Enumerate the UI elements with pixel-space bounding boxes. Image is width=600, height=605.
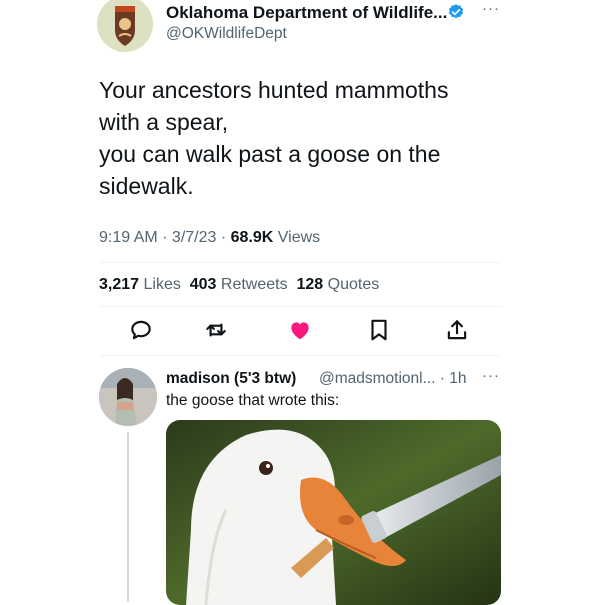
tweet-text-line: with a spear,	[99, 109, 229, 135]
likes-label: Likes	[143, 276, 181, 293]
comment-icon[interactable]	[128, 317, 154, 343]
divider	[99, 262, 501, 263]
heart-icon[interactable]	[287, 317, 313, 343]
views-label: Views	[277, 229, 321, 246]
views-count: 68.9K	[230, 229, 274, 246]
share-icon[interactable]	[444, 317, 470, 343]
divider	[99, 355, 501, 356]
retweets-count: 403	[189, 276, 217, 293]
handle[interactable]: @OKWildlifeDept	[166, 25, 287, 43]
tweet-text-line: Your ancestors hunted mammoths	[99, 77, 449, 103]
goose-with-knife-illustration	[166, 420, 501, 605]
reply-media-goose-image[interactable]	[166, 420, 501, 605]
tweet-stats: 3,217 Likes 403 Retweets 128 Quotes	[99, 276, 379, 294]
wildlife-badge-logo	[97, 0, 153, 52]
retweets-label: Retweets	[220, 276, 288, 293]
verified-badge-icon	[448, 4, 464, 19]
thread-line	[127, 432, 129, 602]
retweet-icon[interactable]	[203, 317, 229, 343]
likes-stat[interactable]: 3,217 Likes	[99, 276, 181, 293]
quotes-count: 128	[296, 276, 324, 293]
tweet-date[interactable]: 3/7/23	[172, 229, 216, 246]
divider	[99, 306, 501, 307]
retweets-stat[interactable]: 403 Retweets	[190, 276, 288, 293]
reply-handle-time[interactable]: @madsmotionl... · 1h	[319, 370, 467, 388]
reply-text: the goose that wrote this:	[166, 392, 340, 409]
tweet-text-line: you can walk past a goose on the	[99, 141, 441, 167]
likes-count: 3,217	[99, 276, 140, 293]
meta-separator: ·	[216, 229, 231, 246]
display-name[interactable]: Oklahoma Department of Wildlife...	[166, 3, 447, 23]
tweet-meta: 9:19 AM · 3/7/23 · 68.9K Views	[99, 229, 320, 247]
tweet-time[interactable]: 9:19 AM	[99, 229, 158, 246]
meta-separator: ·	[157, 229, 172, 246]
tweet-text: Your ancestors hunted mammoths with a sp…	[99, 74, 499, 202]
more-options-icon[interactable]: ···	[482, 367, 500, 384]
reply-display-name[interactable]: madison (5'3 btw)	[166, 370, 296, 388]
more-options-icon[interactable]: ···	[482, 0, 500, 17]
quotes-stat[interactable]: 128 Quotes	[297, 276, 380, 293]
reply-avatar-photo	[99, 368, 157, 426]
wildlife-dept-avatar[interactable]	[97, 0, 153, 52]
bookmark-icon[interactable]	[366, 317, 392, 343]
tweet-text-line: sidewalk.	[99, 173, 194, 199]
quotes-label: Quotes	[327, 276, 380, 293]
reply-avatar[interactable]	[99, 368, 157, 426]
